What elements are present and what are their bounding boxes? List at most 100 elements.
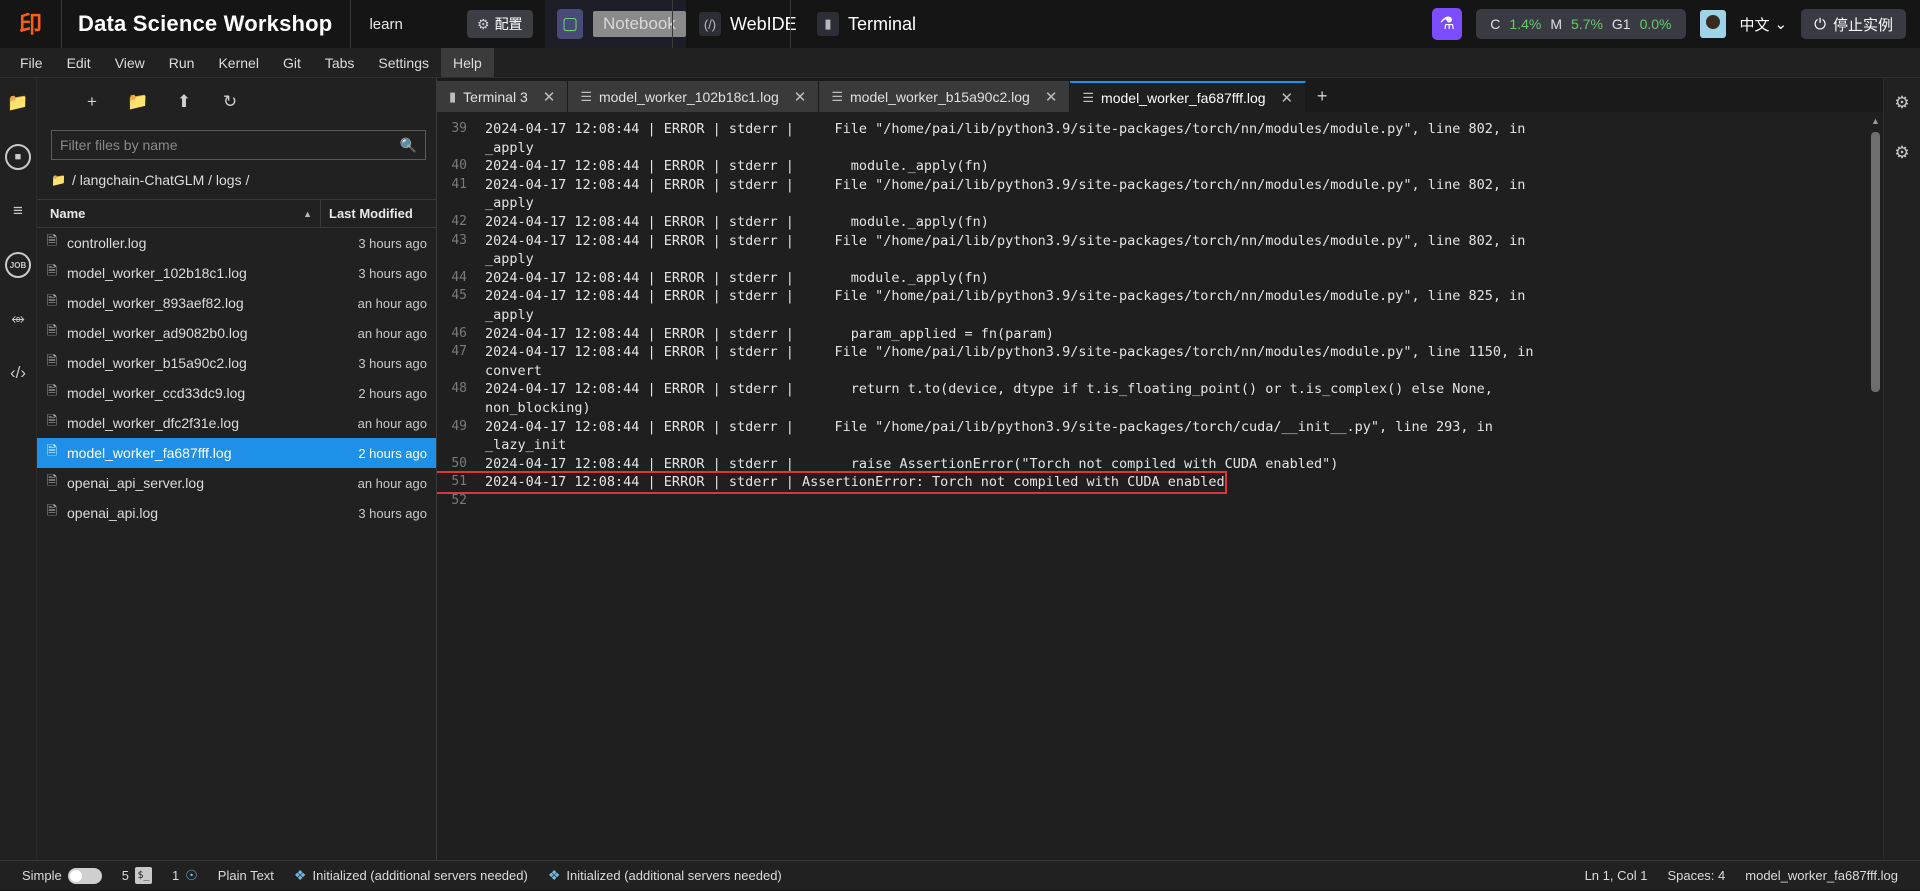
running-icon[interactable]: ■: [5, 144, 31, 170]
upload-icon[interactable]: ⬆: [161, 81, 207, 123]
refresh-icon[interactable]: ↻: [207, 81, 253, 123]
filter-container: 🔍: [37, 126, 436, 160]
line-text: 2024-04-17 12:08:44 | ERROR | stderr | F…: [477, 120, 1525, 139]
menu-view[interactable]: View: [103, 48, 157, 77]
header-right-group: ⚗ C 1.4% M 5.7% G1 0.0% 中文 ⌄ ⏻ 停止实例: [1432, 0, 1920, 48]
stop-instance-button[interactable]: ⏻ 停止实例: [1801, 9, 1906, 39]
menu-run[interactable]: Run: [157, 48, 207, 77]
cursor-position[interactable]: Ln 1, Col 1: [1575, 861, 1658, 891]
file-name: model_worker_b15a90c2.log: [67, 355, 321, 371]
close-icon[interactable]: ✕: [794, 88, 807, 106]
file-row[interactable]: 🗎openai_api_server.logan hour ago: [37, 468, 436, 498]
file-row[interactable]: 🗎model_worker_ad9082b0.logan hour ago: [37, 318, 436, 348]
search-input[interactable]: [60, 137, 400, 153]
file-row[interactable]: 🗎model_worker_fa687fff.log2 hours ago: [37, 438, 436, 468]
line-number: 45: [437, 287, 477, 306]
folder-icon: 📁: [51, 173, 66, 187]
add-tab-button[interactable]: +: [1306, 81, 1338, 112]
left-sidebar-rail: 📁 ■ ≡ JOB ⥈ ‹/›: [0, 78, 37, 890]
close-icon[interactable]: ✕: [1281, 89, 1294, 107]
file-tab-icon: ☰: [1082, 90, 1094, 106]
editor-tab[interactable]: ▮Terminal 3✕: [437, 81, 568, 112]
simple-mode-toggle[interactable]: Simple: [12, 861, 112, 891]
menu-tabs[interactable]: Tabs: [313, 48, 367, 77]
column-header-modified[interactable]: Last Modified: [321, 206, 436, 221]
extensions-icon[interactable]: ‹/›: [5, 360, 31, 386]
file-row[interactable]: 🗎model_worker_b15a90c2.log3 hours ago: [37, 348, 436, 378]
lsp-status-left[interactable]: ❖ Initialized (additional servers needed…: [284, 861, 538, 891]
editor-tab-label: model_worker_b15a90c2.log: [850, 89, 1030, 105]
editor-tab[interactable]: ☰model_worker_fa687fff.log✕: [1070, 81, 1306, 112]
terminal-button[interactable]: ▮ Terminal: [790, 0, 942, 48]
breadcrumb[interactable]: 📁 / langchain-ChatGLM / logs /: [37, 160, 436, 199]
editor-tab-label: Terminal 3: [463, 89, 528, 105]
power-icon: ⏻: [1814, 16, 1826, 33]
editor-tab[interactable]: ☰model_worker_102b18c1.log✕: [568, 81, 819, 112]
line-number: 41: [437, 176, 477, 195]
app-logo[interactable]: 印: [0, 0, 62, 48]
toggle-switch[interactable]: [68, 868, 102, 884]
toc-icon[interactable]: ≡: [5, 198, 31, 224]
folder-icon[interactable]: 📁: [5, 90, 31, 116]
menu-file[interactable]: File: [8, 48, 55, 77]
terminals-status[interactable]: 5 $_: [112, 861, 162, 891]
resource-metrics[interactable]: C 1.4% M 5.7% G1 0.0%: [1476, 9, 1685, 39]
file-row[interactable]: 🗎model_worker_893aef82.logan hour ago: [37, 288, 436, 318]
language-selector[interactable]: 中文 ⌄: [1740, 14, 1788, 35]
file-row[interactable]: 🗎model_worker_102b18c1.log3 hours ago: [37, 258, 436, 288]
webide-icon: (/): [699, 12, 721, 36]
menu-help[interactable]: Help: [441, 48, 494, 77]
new-launcher-icon[interactable]: +: [69, 81, 115, 123]
log-line-group: 482024-04-17 12:08:44 | ERROR | stderr |…: [437, 380, 1883, 417]
metric-key-gpu: G1: [1612, 16, 1631, 32]
file-row[interactable]: 🗎controller.log3 hours ago: [37, 228, 436, 258]
file-row[interactable]: 🗎model_worker_ccd33dc9.log2 hours ago: [37, 378, 436, 408]
column-header-name[interactable]: Name ▲: [37, 199, 321, 228]
file-row[interactable]: 🗎openai_api.log3 hours ago: [37, 498, 436, 528]
flask-icon[interactable]: ⚗: [1432, 8, 1462, 40]
notebook-mode-switch[interactable]: ▢ Notebook: [545, 0, 686, 48]
avatar[interactable]: [1700, 10, 1726, 38]
column-header-name-label: Name: [50, 206, 85, 221]
line-number: 52: [437, 492, 477, 511]
log-line-group: 392024-04-17 12:08:44 | ERROR | stderr |…: [437, 120, 1883, 157]
line-text: 2024-04-17 12:08:44 | ERROR | stderr | F…: [477, 343, 1533, 362]
git-icon[interactable]: ⥈: [5, 306, 31, 332]
webide-label: WebIDE: [730, 14, 797, 35]
file-row[interactable]: 🗎model_worker_dfc2f31e.logan hour ago: [37, 408, 436, 438]
file-modified: 3 hours ago: [321, 356, 436, 371]
filter-box[interactable]: 🔍: [51, 130, 426, 160]
main-region: 📁 ■ ≡ JOB ⥈ ‹/› + 📁 ⬆ ↻ 🔍 📁 / langchain-…: [0, 78, 1920, 890]
line-text: 2024-04-17 12:08:44 | ERROR | stderr | F…: [477, 176, 1525, 195]
file-icon: 🗎: [37, 262, 67, 284]
settings-icon[interactable]: ⚙: [1889, 140, 1915, 166]
status-bar: Simple 5 $_ 1 ☉ Plain Text ❖ Initialized…: [0, 860, 1920, 890]
vertical-scrollbar[interactable]: ▲: [1871, 116, 1880, 676]
job-icon[interactable]: JOB: [5, 252, 31, 278]
config-button[interactable]: ⚙ 配置: [467, 10, 533, 38]
indentation-status[interactable]: Spaces: 4: [1657, 861, 1735, 891]
line-number: 39: [437, 120, 477, 139]
kernels-status[interactable]: 1 ☉: [162, 861, 208, 891]
close-icon[interactable]: ✕: [1045, 88, 1058, 106]
metric-value-mem: 5.7%: [1571, 16, 1603, 32]
scrollbar-thumb[interactable]: [1871, 132, 1880, 392]
close-icon[interactable]: ✕: [543, 88, 556, 106]
menu-edit[interactable]: Edit: [55, 48, 103, 77]
lsp-status-right[interactable]: ❖ Initialized (additional servers needed…: [538, 861, 792, 891]
line-text: 2024-04-17 12:08:44 | ERROR | stderr | F…: [477, 232, 1525, 251]
menu-kernel[interactable]: Kernel: [206, 48, 270, 77]
new-folder-icon[interactable]: 📁: [115, 81, 161, 123]
file-icon: 🗎: [37, 322, 67, 344]
menu-git[interactable]: Git: [271, 48, 313, 77]
log-viewer[interactable]: 392024-04-17 12:08:44 | ERROR | stderr |…: [437, 112, 1883, 890]
line-number: 43: [437, 232, 477, 251]
shell-icon: $_: [135, 867, 152, 884]
editor-tab[interactable]: ☰model_worker_b15a90c2.log✕: [819, 81, 1070, 112]
menu-settings[interactable]: Settings: [366, 48, 441, 77]
file-type-status[interactable]: Plain Text: [208, 861, 284, 891]
log-line-continuation: _apply: [437, 306, 1883, 325]
property-inspector-icon[interactable]: ⚙: [1889, 90, 1915, 116]
scroll-up-icon[interactable]: ▲: [1871, 116, 1880, 126]
file-tab-icon: ☰: [580, 89, 592, 105]
